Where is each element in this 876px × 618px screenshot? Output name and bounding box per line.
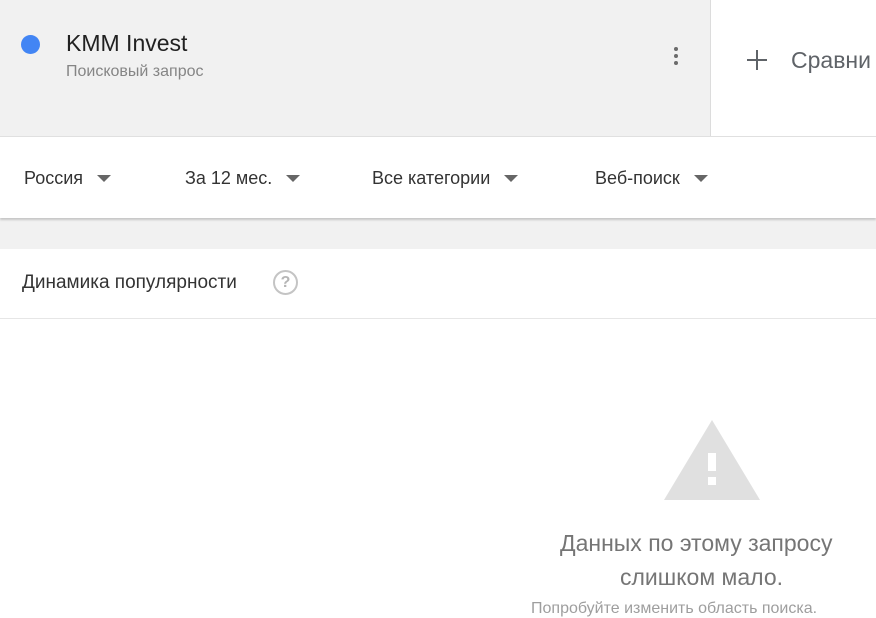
region-dropdown[interactable]: Россия xyxy=(24,166,112,190)
section-title: Динамика популярности xyxy=(22,272,237,293)
search-term-card[interactable]: KMM Invest Поисковый запрос xyxy=(0,0,711,136)
chevron-down-icon xyxy=(97,174,112,182)
search-term-subtitle: Поисковый запрос xyxy=(66,63,204,80)
category-dropdown[interactable]: Все категории xyxy=(372,166,519,190)
category-dropdown-label: Все категории xyxy=(372,167,491,188)
empty-state: Данных по этому запросу слишком мало. По… xyxy=(0,320,876,617)
chevron-down-icon xyxy=(286,174,301,182)
empty-state-message-continued: слишком мало. xyxy=(620,564,783,590)
more-vert-icon[interactable] xyxy=(664,42,688,70)
warning-icon xyxy=(664,420,760,500)
top-bar: KMM Invest Поисковый запрос Сравни xyxy=(0,0,876,137)
region-dropdown-label: Россия xyxy=(24,167,84,188)
search-type-dropdown-label: Веб-поиск xyxy=(595,167,680,188)
chevron-down-icon xyxy=(693,174,708,182)
empty-state-message: Данных по этому запросу xyxy=(560,530,833,556)
empty-state-hint: Попробуйте изменить область поиска. xyxy=(531,600,818,617)
series-color-dot xyxy=(21,35,40,54)
filter-bar: Россия За 12 мес. Все категории Веб-поис… xyxy=(0,137,876,218)
compare-button[interactable]: Сравни xyxy=(712,0,876,136)
search-type-dropdown[interactable]: Веб-поиск xyxy=(595,166,708,190)
period-dropdown[interactable]: За 12 мес. xyxy=(185,166,301,190)
chevron-down-icon xyxy=(504,174,519,182)
period-dropdown-label: За 12 мес. xyxy=(185,167,273,188)
help-icon[interactable]: ? xyxy=(273,270,298,295)
interest-over-time-header: Динамика популярности ? xyxy=(0,249,876,319)
plus-icon xyxy=(747,50,767,70)
compare-label: Сравни xyxy=(791,47,871,73)
section-separator xyxy=(0,218,876,249)
search-term-title: KMM Invest xyxy=(66,30,188,56)
